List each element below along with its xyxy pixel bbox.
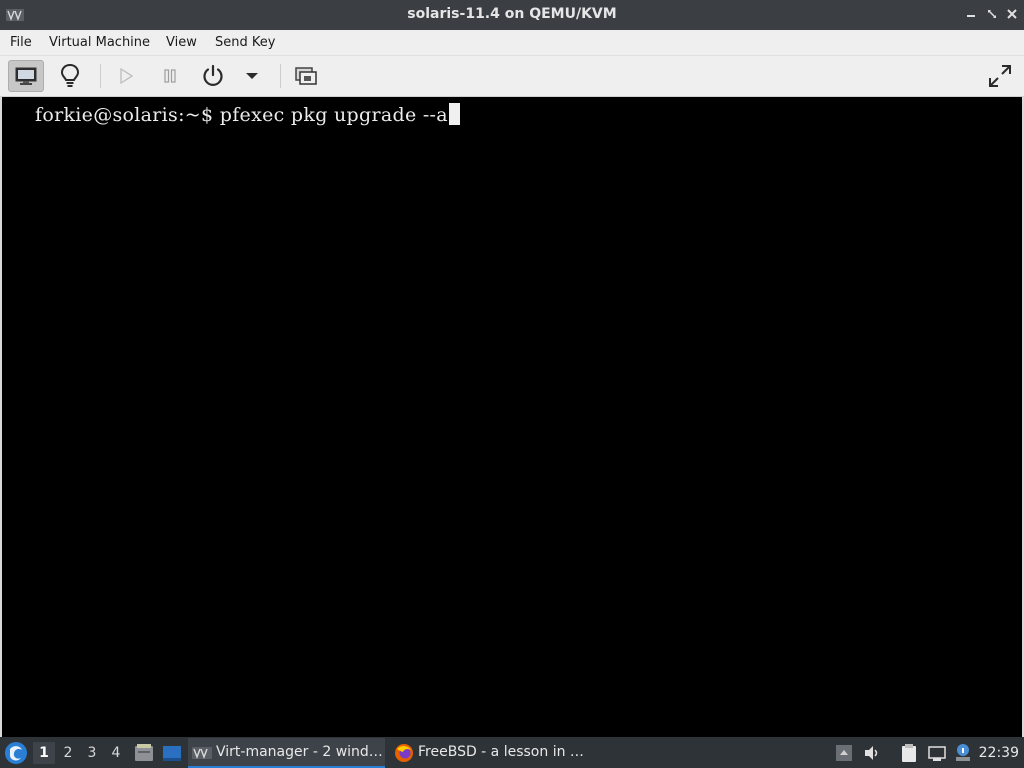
workspace-3[interactable]: 3 (81, 742, 103, 764)
pause-button[interactable] (152, 60, 188, 92)
workspace-1[interactable]: 1 (33, 742, 55, 764)
maximize-icon[interactable] (984, 6, 1000, 22)
virt-manager-icon (192, 747, 212, 759)
power-menu-chevron-icon (246, 73, 258, 79)
menu-virtual-machine[interactable]: Virtual Machine (49, 35, 150, 50)
menubar: File Virtual Machine View Send Key (0, 30, 1024, 56)
details-view-button[interactable] (52, 60, 88, 92)
workspace-4[interactable]: 4 (105, 742, 127, 764)
console-view-button[interactable] (8, 60, 44, 92)
firefox-icon (395, 744, 413, 762)
shell-prompt: forkie@solaris:~$ (35, 104, 220, 126)
snapshots-button[interactable] (288, 60, 324, 92)
console-icon (15, 67, 37, 85)
task-label: FreeBSD - a lesson in … (418, 744, 584, 760)
details-lightbulb-icon (60, 63, 80, 87)
notification-info-icon[interactable] (952, 742, 974, 764)
fullscreen-icon (989, 65, 1011, 87)
toolbar-separator (100, 64, 101, 88)
toolbar-separator (280, 64, 281, 88)
task-virt-manager[interactable]: Virt-manager - 2 wind… (188, 738, 385, 768)
tray-expand-icon[interactable] (833, 742, 855, 764)
task-firefox[interactable]: FreeBSD - a lesson in … (390, 738, 585, 768)
vm-console[interactable]: forkie@solaris:~$ pfexec pkg upgrade --a (2, 97, 1022, 737)
volume-icon[interactable] (861, 742, 883, 764)
power-menu-button[interactable] (234, 60, 270, 92)
terminal-line: forkie@solaris:~$ pfexec pkg upgrade --a (35, 103, 460, 126)
snapshots-icon (295, 67, 317, 85)
close-icon[interactable] (1004, 6, 1020, 22)
power-icon (203, 64, 223, 86)
network-icon[interactable] (926, 742, 948, 764)
typed-command: pfexec pkg upgrade --a (219, 104, 448, 126)
pause-icon (164, 69, 176, 83)
window-title: solaris-11.4 on QEMU/KVM (407, 6, 617, 22)
menu-file[interactable]: File (10, 35, 32, 50)
clock[interactable]: 22:39 (979, 742, 1019, 764)
clipboard-icon[interactable] (898, 742, 920, 764)
task-label: Virt-manager - 2 wind… (216, 744, 383, 760)
file-manager-icon[interactable] (133, 742, 155, 764)
window-titlebar: solaris-11.4 on QEMU/KVM (0, 0, 1024, 30)
show-desktop-icon[interactable] (161, 742, 183, 764)
run-icon (120, 67, 134, 85)
power-button[interactable] (195, 60, 231, 92)
run-button[interactable] (108, 60, 144, 92)
text-cursor (448, 103, 460, 125)
workspace-2[interactable]: 2 (57, 742, 79, 764)
fullscreen-button[interactable] (982, 60, 1018, 92)
taskbar: 1 2 3 4 Virt-manager - 2 wind… FreeBSD -… (0, 737, 1024, 768)
start-menu-icon[interactable] (2, 739, 30, 767)
menu-view[interactable]: View (166, 35, 197, 50)
menu-send-key[interactable]: Send Key (215, 35, 275, 50)
minimize-icon[interactable] (963, 6, 979, 22)
toolbar (0, 56, 1024, 97)
